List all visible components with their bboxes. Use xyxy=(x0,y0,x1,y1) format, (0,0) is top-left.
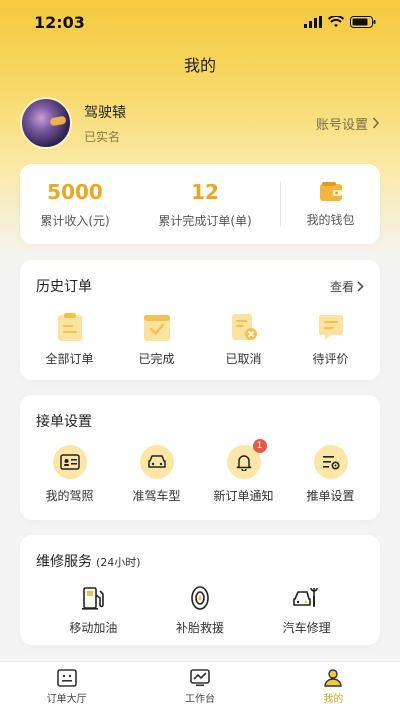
car-repair-label: 汽车修理 xyxy=(282,621,331,635)
pending-review-label: 待评价 xyxy=(312,352,349,366)
person-icon xyxy=(324,668,343,687)
car-repair-icon xyxy=(292,587,318,607)
settings-list-icon-circle xyxy=(313,445,348,479)
history-title: 历史订单 xyxy=(36,279,92,295)
profile-section: 驾驶辕 已实名 账号设置 xyxy=(20,95,380,151)
repair-title: 维修服务 xyxy=(36,554,92,570)
all-orders-button[interactable]: 全部订单 xyxy=(30,312,110,367)
repair-icon-row: 移动加油 补胎救援 汽车修理 xyxy=(20,585,380,636)
chevron-right-icon xyxy=(372,117,380,129)
all-orders-label: 全部订单 xyxy=(45,352,94,366)
income-stat: 5000 累计收入(元) xyxy=(20,180,130,229)
signal-icon xyxy=(304,16,322,28)
account-settings-label: 账号设置 xyxy=(315,117,368,133)
repair-subtitle: (24小时) xyxy=(96,556,141,569)
car-repair-button[interactable]: 汽车修理 xyxy=(262,585,352,636)
settings-list-icon xyxy=(322,456,340,470)
order-hall-icon xyxy=(56,668,77,687)
cancelled-label: 已取消 xyxy=(225,352,262,366)
status-time: 12:03 xyxy=(34,12,85,32)
comment-icon xyxy=(318,315,343,340)
tire-rescue-label: 补胎救援 xyxy=(175,621,224,635)
fuel-icon xyxy=(82,587,105,610)
tab-order-hall-label: 订单大厅 xyxy=(46,693,87,705)
view-orders-link[interactable]: 查看 xyxy=(330,278,364,295)
license-icon-circle xyxy=(52,445,87,479)
vehicle-type-button[interactable]: 准驾车型 xyxy=(117,445,197,504)
clipboard-icon xyxy=(57,313,82,341)
repair-title-group: 维修服务 (24小时) xyxy=(36,551,141,571)
mobile-fuel-label: 移动加油 xyxy=(69,621,118,635)
push-settings-button[interactable]: 推单设置 xyxy=(291,445,371,504)
wallet-button[interactable]: 我的钱包 xyxy=(281,181,380,228)
check-icon xyxy=(143,315,170,341)
income-value: 5000 xyxy=(47,179,103,204)
history-header: 历史订单 查看 xyxy=(20,260,380,296)
profile-info: 驾驶辕 已实名 xyxy=(84,102,126,145)
vehicle-type-label: 准驾车型 xyxy=(132,489,181,503)
notification-badge: 1 xyxy=(252,439,267,453)
verification-status: 已实名 xyxy=(84,129,121,144)
mobile-fuel-button[interactable]: 移动加油 xyxy=(48,585,138,636)
new-order-notification-button[interactable]: 1 新订单通知 xyxy=(204,439,284,504)
cancelled-button[interactable]: 已取消 xyxy=(204,312,284,367)
history-icon-row: 全部订单 已完成 已取消 待评价 xyxy=(20,312,380,367)
tab-workbench-label: 工作台 xyxy=(184,693,215,705)
status-bar: 12:03 xyxy=(0,0,400,44)
account-settings-link[interactable]: 账号设置 xyxy=(316,114,380,133)
wallet-label: 我的钱包 xyxy=(306,212,355,227)
chevron-right-icon xyxy=(357,280,364,292)
wallet-icon xyxy=(319,181,342,201)
repair-services-card: 维修服务 (24小时) 移动加油 补胎救援 汽车修理 xyxy=(20,535,380,645)
repair-header: 维修服务 (24小时) xyxy=(20,535,380,571)
completed-label: 已完成 xyxy=(138,352,175,366)
tire-icon xyxy=(191,586,209,610)
battery-icon xyxy=(350,16,376,28)
stats-card: 5000 累计收入(元) 12 累计完成订单(单) 我的钱包 xyxy=(20,164,380,244)
bell-icon xyxy=(236,455,251,471)
pending-review-button[interactable]: 待评价 xyxy=(291,312,371,367)
push-settings-label: 推单设置 xyxy=(306,489,355,503)
tab-mine-label: 我的 xyxy=(323,693,344,705)
orders-label: 累计完成订单(单) xyxy=(158,213,252,228)
status-icons xyxy=(304,16,376,28)
profile-name: 驾驶辕 xyxy=(84,104,126,121)
tab-mine[interactable]: 我的 xyxy=(283,668,383,705)
orders-value: 12 xyxy=(191,179,219,204)
view-label: 查看 xyxy=(329,279,354,294)
order-settings-header: 接单设置 xyxy=(20,395,380,431)
cancel-doc-icon xyxy=(231,314,257,340)
avatar[interactable] xyxy=(20,97,72,149)
order-settings-icon-row: 我的驾照 准驾车型 1 新订单通知 推单设置 xyxy=(20,439,380,504)
completed-button[interactable]: 已完成 xyxy=(117,312,197,367)
car-icon xyxy=(147,455,166,468)
my-license-label: 我的驾照 xyxy=(45,489,94,503)
car-icon-circle xyxy=(139,445,174,479)
tab-order-hall[interactable]: 订单大厅 xyxy=(17,668,117,705)
orders-stat: 12 累计完成订单(单) xyxy=(130,180,280,229)
new-order-notification-label: 新订单通知 xyxy=(213,489,274,503)
page-title: 我的 xyxy=(183,56,216,75)
workbench-icon xyxy=(190,668,210,686)
wifi-icon xyxy=(328,16,344,27)
order-settings-title: 接单设置 xyxy=(36,414,92,430)
tire-rescue-button[interactable]: 补胎救援 xyxy=(155,585,245,636)
my-license-button[interactable]: 我的驾照 xyxy=(30,445,110,504)
bell-icon-circle: 1 xyxy=(226,439,267,479)
bottom-tab-bar: 订单大厅 工作台 我的 xyxy=(0,661,400,711)
order-settings-card: 接单设置 我的驾照 准驾车型 1 新订单通知 推单设置 xyxy=(20,395,380,520)
history-orders-card: 历史订单 查看 全部订单 已完成 已取消 待评价 xyxy=(20,260,380,380)
license-icon xyxy=(59,454,80,470)
income-label: 累计收入(元) xyxy=(40,213,110,228)
tab-workbench[interactable]: 工作台 xyxy=(150,668,250,705)
